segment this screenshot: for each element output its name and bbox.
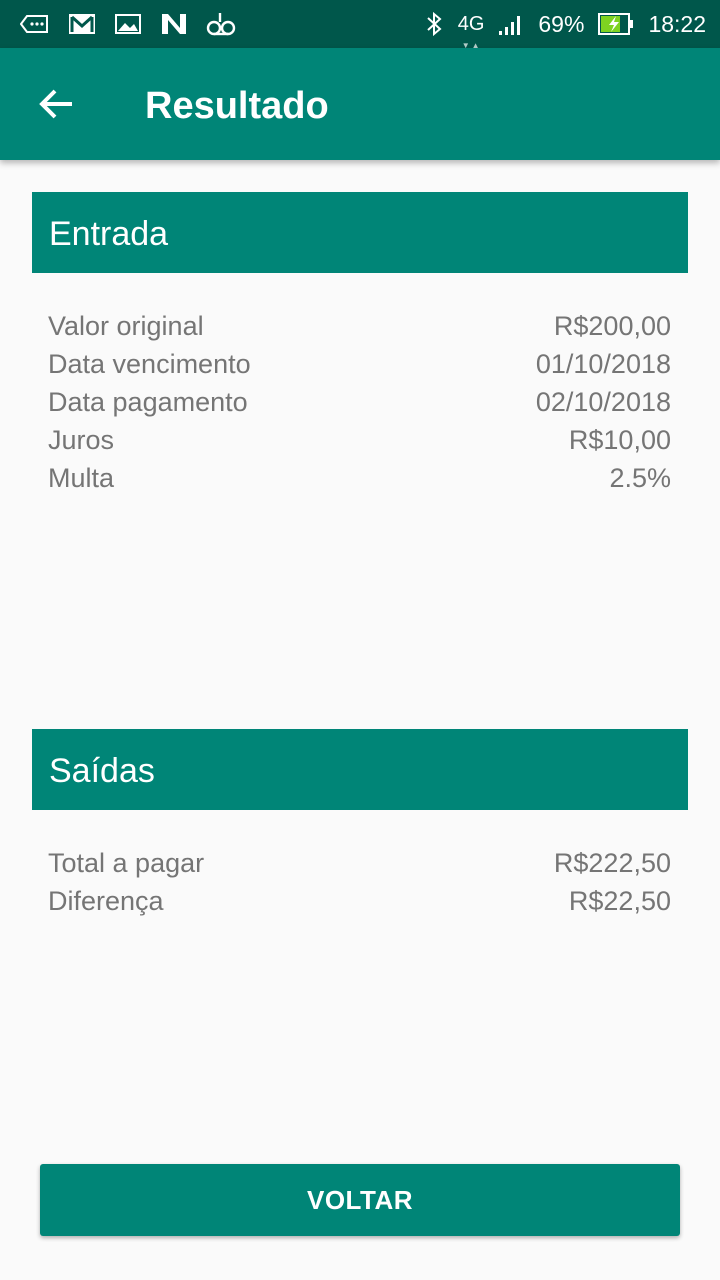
juros-row: Juros R$10,00 bbox=[48, 421, 671, 459]
battery-charging-icon bbox=[598, 13, 634, 35]
row-value: 2.5% bbox=[609, 462, 671, 493]
saidas-section-header: Saídas bbox=[32, 729, 688, 810]
valor-original-row: Valor original R$200,00 bbox=[48, 307, 671, 345]
system-indicators: 4G ▼▲ 69% 18:22 bbox=[424, 0, 706, 50]
row-value: R$200,00 bbox=[553, 310, 671, 341]
voltar-button[interactable]: VOLTAR bbox=[40, 1164, 680, 1236]
row-label: Multa bbox=[48, 462, 115, 493]
voicemail-icon bbox=[206, 11, 236, 37]
arrow-back-icon bbox=[38, 88, 74, 120]
signal-icon bbox=[498, 13, 524, 35]
battery-percent: 69% bbox=[538, 10, 585, 37]
row-value: 02/10/2018 bbox=[535, 386, 671, 417]
total-a-pagar-row: Total a pagar R$222,50 bbox=[48, 844, 671, 882]
page-title: Resultado bbox=[145, 85, 329, 127]
status-bar: 4G ▼▲ 69% 18:22 bbox=[0, 0, 720, 50]
multa-row: Multa 2.5% bbox=[48, 459, 671, 497]
data-pagamento-row: Data pagamento 02/10/2018 bbox=[48, 383, 671, 421]
entrada-section-header: Entrada bbox=[32, 192, 688, 273]
row-label: Valor original bbox=[48, 310, 204, 341]
diferenca-row: Diferença R$22,50 bbox=[48, 882, 671, 920]
row-label: Data pagamento bbox=[48, 386, 248, 417]
entrada-section-title: Entrada bbox=[49, 215, 169, 253]
image-icon bbox=[114, 13, 142, 35]
saidas-section-title: Saídas bbox=[49, 752, 155, 790]
row-label: Total a pagar bbox=[48, 847, 205, 878]
row-label: Diferença bbox=[48, 885, 164, 916]
data-vencimento-row: Data vencimento 01/10/2018 bbox=[48, 345, 671, 383]
voicemail-tape-icon bbox=[20, 13, 50, 35]
clock: 18:22 bbox=[648, 10, 706, 37]
row-label: Data vencimento bbox=[48, 348, 251, 379]
back-button[interactable] bbox=[24, 76, 88, 132]
app-bar: Resultado bbox=[0, 48, 720, 160]
row-value: R$22,50 bbox=[568, 885, 671, 916]
row-label: Juros bbox=[48, 424, 115, 455]
entrada-list: Valor original R$200,00 Data vencimento … bbox=[48, 307, 671, 497]
n-app-icon bbox=[160, 12, 188, 36]
row-value: 01/10/2018 bbox=[535, 348, 671, 379]
network-type: 4G ▼▲ bbox=[457, 13, 485, 50]
notification-icons bbox=[20, 0, 236, 48]
gmail-icon bbox=[68, 13, 96, 35]
saidas-list: Total a pagar R$222,50 Diferença R$22,50 bbox=[48, 844, 671, 920]
bluetooth-icon bbox=[424, 11, 444, 37]
row-value: R$10,00 bbox=[568, 424, 671, 455]
row-value: R$222,50 bbox=[553, 847, 671, 878]
